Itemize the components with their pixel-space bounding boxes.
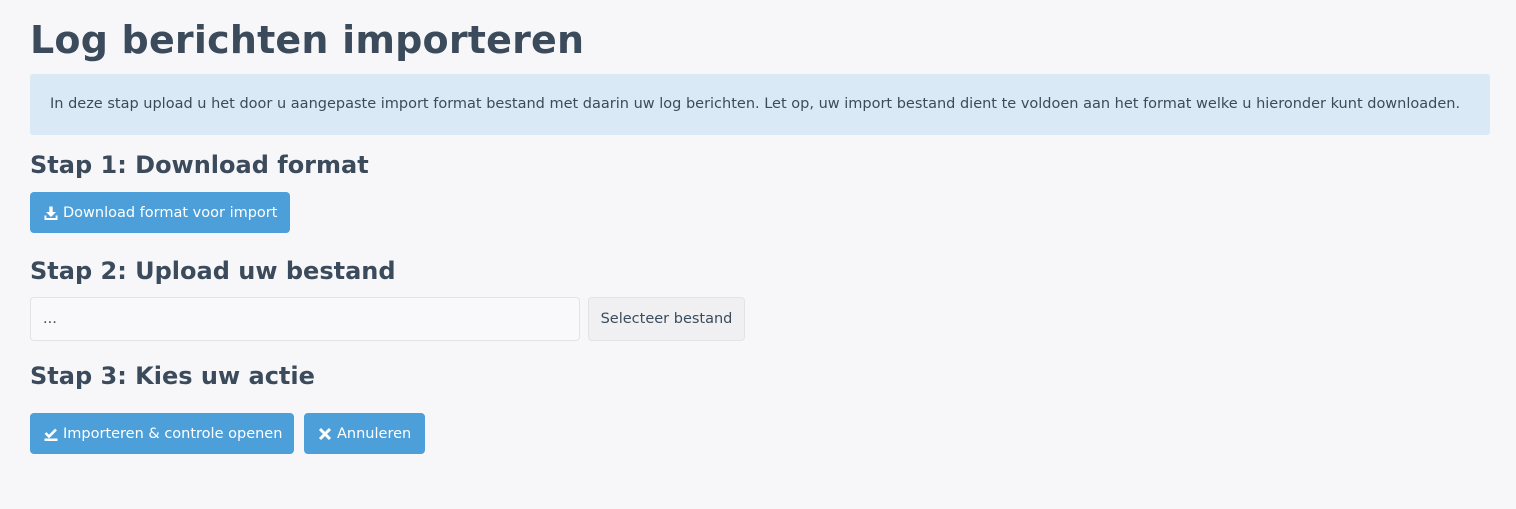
import-and-open-button[interactable]: Importeren & controle openen — [30, 413, 294, 454]
import-and-open-label: Importeren & controle openen — [63, 425, 283, 442]
page: Log berichten importeren In deze stap up… — [0, 0, 1516, 509]
step2-heading: Stap 2: Upload uw bestand — [30, 257, 396, 285]
check-import-icon — [43, 426, 59, 442]
step3-heading: Stap 3: Kies uw actie — [30, 362, 315, 390]
download-format-label: Download format voor import — [63, 204, 278, 221]
cancel-label: Annuleren — [337, 425, 412, 442]
file-path-input[interactable] — [30, 297, 580, 341]
cancel-button[interactable]: Annuleren — [304, 413, 425, 454]
info-text: In deze stap upload u het door u aangepa… — [50, 96, 1461, 112]
download-icon — [43, 205, 59, 221]
step1-heading: Stap 1: Download format — [30, 151, 369, 179]
info-alert: In deze stap upload u het door u aangepa… — [30, 74, 1490, 135]
download-format-button[interactable]: Download format voor import — [30, 192, 290, 233]
upload-row: Selecteer bestand — [30, 297, 1490, 341]
page-title: Log berichten importeren — [30, 18, 585, 62]
close-icon — [317, 426, 333, 442]
select-file-button[interactable]: Selecteer bestand — [588, 297, 745, 341]
action-buttons: Importeren & controle openen Annuleren — [30, 413, 1490, 454]
